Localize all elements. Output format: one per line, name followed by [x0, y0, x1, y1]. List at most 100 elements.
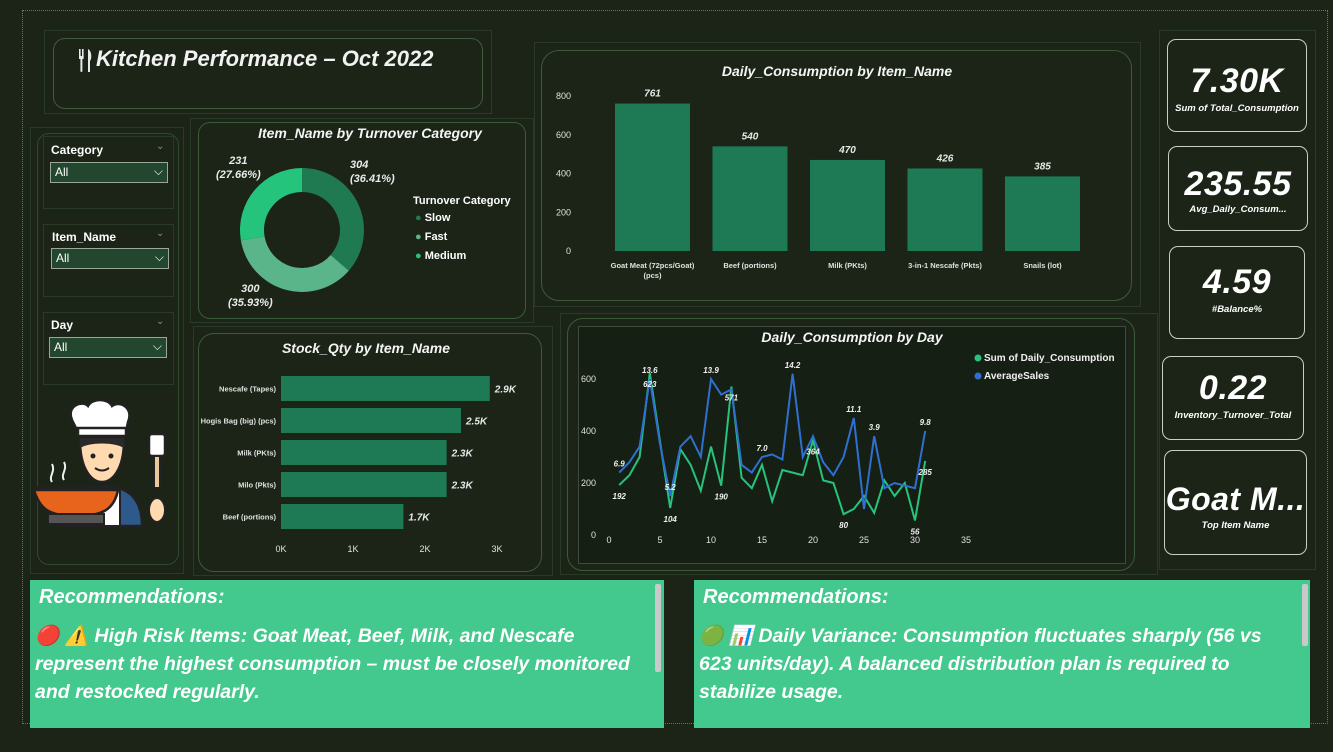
- data-label: 6.9: [614, 460, 626, 469]
- recommendation-card[interactable]: Recommendations: 🔴 ⚠️ High Risk Items: G…: [30, 580, 664, 728]
- filter-item-value: All: [56, 251, 70, 265]
- chevron-down-icon[interactable]: ⌄: [156, 141, 164, 152]
- chef-cooking-icon: [32, 398, 172, 530]
- x-tick-label: 35: [961, 535, 971, 545]
- data-label: 761: [644, 89, 661, 100]
- donut-label-pct: (27.66%): [216, 169, 261, 181]
- data-label: 190: [715, 493, 729, 502]
- legend-dot: ●: [415, 212, 422, 224]
- bar: [281, 440, 447, 465]
- legend-item-fast[interactable]: ● Fast: [415, 231, 447, 243]
- x-tick-label: (pcs): [644, 271, 662, 280]
- x-tick-label: Milk (PKts): [828, 261, 867, 270]
- y-tick-label: 400: [581, 426, 596, 436]
- legend-dot: ●: [415, 231, 422, 243]
- kpi-value: 0.22: [1198, 369, 1268, 407]
- chevron-down-icon: ⌵: [153, 164, 163, 178]
- x-tick-label: Goat Meat (72pcs/Goat): [611, 261, 695, 270]
- bar: [810, 159, 885, 251]
- donut-label-value: 231: [229, 155, 248, 167]
- donut-label-fast: 300 (35.93%): [228, 282, 273, 310]
- variance-icons: 🟢 📊: [699, 625, 753, 647]
- x-tick-label: 5: [657, 535, 662, 545]
- donut-label-slow: 304 (36.41%): [350, 158, 395, 186]
- data-label: 7.0: [756, 444, 768, 453]
- y-tick-label: 600: [556, 130, 571, 140]
- kpi-value: 4.59: [1202, 263, 1272, 301]
- kpi-label: Sum of Total_Consumption: [1175, 103, 1299, 114]
- x-tick-label: 20: [808, 535, 818, 545]
- scrollbar[interactable]: [1302, 584, 1308, 646]
- chart-title: Daily_Consumption by Item_Name: [722, 63, 952, 79]
- bar: [712, 146, 788, 251]
- data-label: 285: [918, 468, 933, 477]
- bar: [281, 472, 447, 497]
- line-chart: Daily_Consumption by Day 0 200 400 600 0 5 10 15…: [581, 329, 1115, 545]
- filter-item-label: Item_Name: [52, 230, 117, 244]
- filter-item-select[interactable]: All ⌵: [51, 248, 169, 269]
- y-tick-label: 0: [591, 530, 596, 540]
- legend-dot: [974, 354, 982, 362]
- y-tick-label: Milk (PKts): [237, 449, 276, 458]
- data-label: 192: [613, 492, 627, 501]
- x-tick-label: 2K: [419, 544, 430, 554]
- y-tick-label: Nescafe (Tapes): [219, 385, 276, 394]
- legend-item-medium[interactable]: ● Medium: [415, 250, 466, 262]
- page-title: Kitchen Performance – Oct 2022: [96, 46, 434, 71]
- data-label: 14.2: [785, 361, 801, 370]
- chevron-down-icon[interactable]: ⌄: [156, 228, 164, 239]
- x-tick-label: 0: [606, 535, 611, 545]
- filter-category-select[interactable]: All ⌵: [50, 162, 168, 183]
- y-tick-label: 0: [566, 246, 571, 256]
- x-tick-label: 1K: [347, 544, 358, 554]
- legend-item-slow[interactable]: ● Slow: [415, 212, 450, 224]
- stock-bar-chart: Stock_Qty by Item_Name Nescafe (Tapes) 2.9…: [201, 340, 517, 554]
- item-bar-chart: Daily_Consumption by Item_Name 0 200 400 600…: [556, 63, 1080, 280]
- kpi-label: #Balance%: [1211, 304, 1263, 315]
- data-label: 3.9: [869, 423, 881, 432]
- data-label: 1.7K: [408, 513, 430, 524]
- data-label: 2.9K: [494, 385, 517, 396]
- data-label: 385: [1034, 161, 1051, 172]
- header-panel: Kitchen Performance – Oct 2022: [53, 38, 483, 109]
- scrollbar[interactable]: [655, 584, 661, 672]
- legend-label: Slow: [424, 212, 451, 224]
- x-tick-label: 3K: [491, 544, 502, 554]
- kpi-label: Inventory_Turnover_Total: [1174, 410, 1292, 421]
- kpi-total-consumption: 7.30K Sum of Total_Consumption: [1167, 39, 1307, 132]
- x-tick-label: 3-in-1 Nescafe (Pkts): [908, 261, 982, 270]
- x-tick-label: 25: [859, 535, 869, 545]
- y-tick-label: Beef (portions): [223, 513, 277, 522]
- recommendation-card[interactable]: Recommendations: 🟢 📊 Daily Variance: Con…: [694, 580, 1310, 728]
- legend-label: Medium: [424, 250, 467, 262]
- donut-label-value: 304: [350, 159, 369, 171]
- kpi-value: 7.30K: [1190, 62, 1284, 100]
- data-label: 11.1: [846, 405, 862, 414]
- x-tick-label: 0K: [275, 544, 286, 554]
- x-tick-label: 30: [910, 535, 920, 545]
- kpi-value: 235.55: [1184, 165, 1292, 203]
- legend-label: AverageSales: [984, 371, 1050, 382]
- legend-dot: [974, 372, 982, 380]
- recommendation-body: High Risk Items: Goat Meat, Beef, Milk, …: [35, 625, 630, 703]
- bottom-band: [0, 728, 1333, 752]
- data-label: 56: [911, 527, 920, 536]
- chevron-down-icon[interactable]: ⌄: [156, 316, 164, 327]
- bar: [1005, 176, 1080, 251]
- filter-day-select[interactable]: All ⌵: [49, 337, 167, 358]
- data-label: 2.3K: [451, 481, 474, 492]
- donut-legend-title: Turnover Category: [413, 195, 511, 207]
- donut-label-medium: 231 (27.66%): [216, 154, 261, 182]
- legend-dot: ●: [415, 250, 422, 262]
- y-tick-label: Milo (Pkts): [238, 481, 276, 490]
- chart-title: Daily_Consumption by Day: [761, 329, 943, 345]
- recommendation-body: Daily Variance: Consumption fluctuates s…: [699, 625, 1262, 703]
- x-tick-label: 15: [757, 535, 767, 545]
- kpi-top-item: Goat M... Top Item Name: [1164, 450, 1307, 555]
- x-tick-label: 10: [706, 535, 716, 545]
- bar: [281, 504, 404, 529]
- donut-label-pct: (36.41%): [350, 173, 395, 185]
- filter-day-label: Day: [51, 318, 74, 332]
- bar: [615, 103, 690, 252]
- y-tick-label: 200: [581, 478, 596, 488]
